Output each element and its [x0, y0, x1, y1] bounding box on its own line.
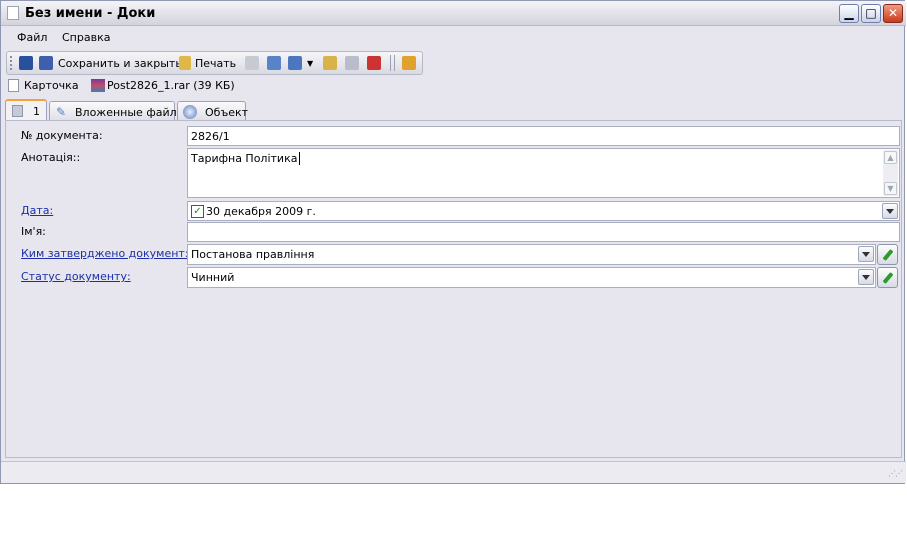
annotation-label: Анотація::: [21, 151, 81, 164]
tab-object-label: Объект: [205, 106, 249, 119]
print-icon: [179, 56, 191, 70]
doc-number-field[interactable]: 2826/1: [187, 126, 900, 146]
date-value: 30 декабря 2009 г.: [206, 205, 316, 218]
status-edit-button[interactable]: [877, 267, 898, 288]
window-title: Без имени - Доки: [25, 6, 156, 21]
edit-disabled-icon[interactable]: [245, 56, 259, 70]
menu-bar: Файл Справка: [1, 27, 906, 49]
annotation-scrollbar[interactable]: ▲ ▼: [883, 150, 898, 196]
tab-1[interactable]: 1: [5, 99, 47, 121]
pencil-icon: [882, 272, 894, 284]
paperclip-icon: ✎: [56, 105, 67, 119]
toolbar-grip[interactable]: [10, 56, 14, 70]
page-icon: [12, 105, 23, 117]
toolbar: Сохранить и закрыть Печать ▼: [6, 51, 423, 75]
tab-1-label: 1: [33, 105, 40, 118]
annotation-field[interactable]: Тарифна Політика ▲ ▼: [187, 148, 900, 198]
pencil-icon: [882, 249, 894, 261]
title-bar[interactable]: Без имени - Доки ▁ □ ✕: [1, 1, 906, 26]
list-icon[interactable]: [345, 56, 359, 70]
toolbar-separator: [394, 55, 395, 71]
resize-grip-icon[interactable]: ⋰⋰: [888, 469, 903, 478]
scroll-up-icon[interactable]: ▲: [884, 151, 897, 164]
close-icon: ✕: [887, 6, 899, 20]
archive-icon: [91, 79, 105, 92]
status-link[interactable]: Статус документу:: [21, 270, 131, 283]
annotation-text: Тарифна Політика: [191, 152, 298, 165]
approved-by-dropdown-arrow[interactable]: [858, 246, 874, 262]
card-icon: [8, 79, 19, 92]
chevron-down-icon[interactable]: ▼: [307, 59, 313, 68]
date-checkbox[interactable]: ✓: [191, 205, 204, 218]
scroll-down-icon[interactable]: ▼: [884, 182, 897, 195]
approved-by-edit-button[interactable]: [877, 244, 898, 265]
minimize-icon: ▁: [844, 6, 854, 20]
calendar-icon[interactable]: [288, 56, 302, 70]
status-bar: ⋰⋰: [1, 461, 906, 483]
menu-help[interactable]: Справка: [62, 31, 110, 44]
menu-file[interactable]: Файл: [17, 31, 47, 44]
save-close-icon: [39, 56, 53, 70]
approved-by-link[interactable]: Ким затверджено документ:: [21, 247, 189, 260]
document-form: № документа: 2826/1 Анотація:: Тарифна П…: [5, 120, 902, 458]
date-dropdown-arrow[interactable]: [882, 203, 898, 219]
name-field[interactable]: [187, 222, 900, 242]
approved-by-select[interactable]: Постанова правління: [187, 244, 876, 265]
pdf-icon[interactable]: [367, 56, 381, 70]
save-icon[interactable]: [19, 56, 33, 70]
maximize-button[interactable]: □: [861, 4, 881, 23]
tab-object[interactable]: Объект: [177, 101, 249, 120]
approved-by-value: Постанова правління: [191, 248, 315, 261]
status-dropdown-arrow[interactable]: [858, 269, 874, 285]
tab-attached-files-label: Вложенные файлы: [75, 106, 186, 119]
document-icon: [7, 6, 19, 20]
close-button[interactable]: ✕: [883, 4, 903, 23]
card-link[interactable]: Карточка: [24, 79, 79, 92]
key-icon[interactable]: [402, 56, 416, 70]
attached-file-link[interactable]: Post2826_1.rar (39 КБ): [107, 79, 235, 92]
date-link[interactable]: Дата:: [21, 204, 53, 217]
attach-icon[interactable]: [323, 56, 337, 70]
minimize-button[interactable]: ▁: [839, 4, 859, 23]
name-label: Ім'я:: [21, 225, 46, 238]
toolbar-separator: [390, 55, 391, 71]
print-label: Печать: [195, 57, 237, 70]
save-close-label: Сохранить и закрыть: [58, 57, 182, 70]
tab-attached-files[interactable]: ✎ Вложенные файлы: [49, 101, 185, 120]
maximize-icon: □: [865, 6, 877, 20]
text-cursor: [299, 152, 304, 165]
tab-strip: 1 ✎ Вложенные файлы Объект: [1, 99, 906, 121]
attachment-row: Карточка Post2826_1.rar (39 КБ): [1, 77, 906, 95]
globe-icon: [183, 105, 197, 119]
app-window: Без имени - Доки ▁ □ ✕ Файл Справка Сохр…: [0, 0, 906, 484]
forward-icon[interactable]: [267, 56, 281, 70]
status-value: Чинний: [191, 271, 235, 284]
status-select[interactable]: Чинний: [187, 267, 876, 288]
doc-number-label: № документа:: [21, 129, 103, 142]
date-picker[interactable]: ✓ 30 декабря 2009 г.: [187, 201, 900, 221]
